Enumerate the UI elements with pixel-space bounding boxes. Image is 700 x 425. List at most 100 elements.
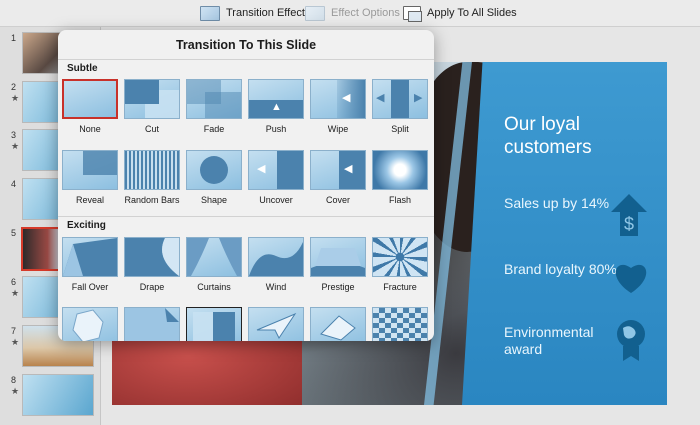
transition-flash[interactable]: Flash [372, 150, 428, 205]
transition-label: Split [391, 124, 409, 134]
loyalty-text: Brand loyalty 80% [504, 261, 617, 277]
transition-peel-off[interactable] [124, 307, 180, 341]
fall-over-preview [62, 237, 118, 277]
transition-cut[interactable]: Cut [124, 79, 180, 134]
transition-fade[interactable]: Fade [186, 79, 242, 134]
slide-number: 3 [11, 130, 17, 140]
slide-thumbnail-8[interactable] [22, 374, 94, 416]
transition-popover: Transition To This Slide Subtle None Cut… [58, 30, 434, 341]
popover-title: Transition To This Slide [175, 38, 317, 52]
transition-effect-icon [200, 5, 220, 21]
transition-fracture[interactable]: Fracture [372, 237, 428, 292]
push-preview: ▲ [248, 79, 304, 119]
airplane-preview [248, 307, 304, 341]
transition-label: None [79, 124, 101, 134]
transition-shred[interactable] [372, 307, 428, 341]
transition-shape[interactable]: Shape [186, 150, 242, 205]
slide-number: 8 [11, 375, 17, 385]
arrow-right-icon: ▶ [414, 92, 423, 104]
prestige-preview [310, 237, 366, 277]
svg-text:$: $ [624, 214, 634, 234]
transition-prestige[interactable]: Prestige [310, 237, 366, 292]
ribbon-toolbar: Transition Effect Effect Options Apply T… [0, 0, 700, 27]
section-subtle: Subtle [67, 63, 98, 74]
slide-number: 2 [11, 82, 17, 92]
shape-preview [186, 150, 242, 190]
section-exciting: Exciting [67, 220, 106, 231]
transition-wind[interactable]: Wind [248, 237, 304, 292]
peel-off-preview [124, 307, 180, 341]
transition-label: Cover [325, 195, 350, 205]
wipe-preview: ◀ [310, 79, 366, 119]
cover-preview: ◀ [310, 150, 366, 190]
split-preview: ◀ ▶ [372, 79, 428, 119]
crumple-preview [62, 307, 118, 341]
transition-star-icon: ★ [11, 288, 20, 298]
reveal-preview [62, 150, 118, 190]
slide-number: 7 [11, 326, 17, 336]
transition-crumple[interactable] [62, 307, 118, 341]
transition-wipe[interactable]: ◀ Wipe [310, 79, 366, 134]
transition-label: Cut [144, 124, 159, 134]
origami-preview [310, 307, 366, 341]
transition-none[interactable]: None [62, 79, 118, 134]
transition-cover[interactable]: ◀ Cover [310, 150, 366, 205]
flash-preview [372, 150, 428, 190]
transition-label: Flash [388, 195, 411, 205]
effect-options-icon [305, 5, 325, 21]
transition-label: Fracture [383, 282, 417, 292]
transition-curtains[interactable]: Curtains [186, 237, 242, 292]
wind-preview [248, 237, 304, 277]
arrow-left-icon: ◀ [344, 163, 353, 175]
none-preview [62, 79, 118, 119]
transition-label: Reveal [75, 195, 104, 205]
transition-label: Fade [203, 124, 225, 134]
arrow-left-icon: ◀ [342, 92, 351, 104]
transition-label: Fall Over [71, 282, 109, 292]
transition-label: Drape [139, 282, 165, 292]
arrow-left-icon: ◀ [257, 163, 266, 175]
transition-fall-over[interactable]: Fall Over [62, 237, 118, 292]
award-text: Environmental award [504, 324, 594, 357]
globe-award-icon [617, 320, 645, 361]
curtains-preview [186, 237, 242, 277]
random-bars-preview [124, 150, 180, 190]
apply-to-all-slides-button[interactable]: Apply To All Slides [403, 4, 517, 22]
transition-star-icon: ★ [11, 93, 20, 103]
transition-label: Random Bars [124, 195, 180, 205]
fade-preview [186, 79, 242, 119]
drape-preview [124, 237, 180, 277]
transition-drape[interactable]: Drape [124, 237, 180, 292]
transition-page-curl[interactable] [186, 307, 242, 341]
fracture-preview [372, 237, 428, 277]
uncover-preview: ◀ [248, 150, 304, 190]
transition-airplane[interactable] [248, 307, 304, 341]
divider [58, 216, 434, 217]
transition-label: Curtains [197, 282, 231, 292]
effect-options-button: Effect Options [305, 4, 400, 22]
transition-label: Wind [265, 282, 287, 292]
transition-label: Wipe [327, 124, 349, 134]
dollar-arrow-icon: $ [611, 194, 647, 236]
transition-effect-button[interactable]: Transition Effect [200, 4, 305, 22]
apply-all-label: Apply To All Slides [427, 7, 517, 19]
transition-label: Uncover [259, 195, 293, 205]
transition-push[interactable]: ▲ Push [248, 79, 304, 134]
transition-random-bars[interactable]: Random Bars [124, 150, 180, 205]
transition-label: Push [265, 124, 287, 134]
transition-split[interactable]: ◀ ▶ Split [372, 79, 428, 134]
transition-star-icon: ★ [11, 141, 20, 151]
sales-text: Sales up by 14% [504, 195, 610, 211]
slide-number: 4 [11, 179, 17, 189]
apply-all-icon [403, 6, 422, 22]
transition-star-icon: ★ [11, 337, 20, 347]
transition-origami[interactable] [310, 307, 366, 341]
transition-label: Prestige [321, 282, 355, 292]
transition-label: Shape [200, 195, 228, 205]
slide-number: 6 [11, 277, 17, 287]
page-curl-preview [186, 307, 242, 341]
effect-options-label: Effect Options [331, 7, 400, 19]
transition-uncover[interactable]: ◀ Uncover [248, 150, 304, 205]
arrow-up-icon: ▲ [271, 101, 282, 113]
transition-reveal[interactable]: Reveal [62, 150, 118, 205]
